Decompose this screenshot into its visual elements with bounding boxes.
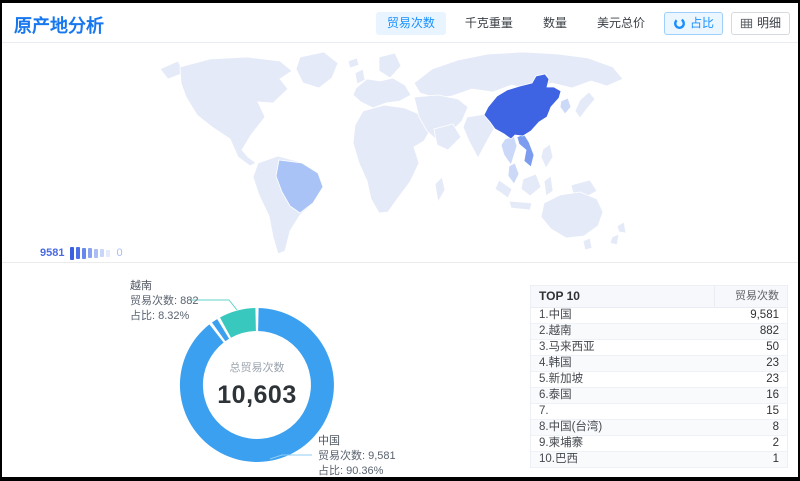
map-region-sulawesi: [544, 176, 553, 196]
legend-bar: [106, 250, 110, 257]
map-region-japan: [575, 92, 595, 118]
table-row[interactable]: 8.中国(台湾)8: [531, 420, 787, 436]
country-cell: 5.新加坡: [531, 372, 715, 387]
legend-bar: [94, 249, 98, 258]
map-country-vietnam[interactable]: [517, 134, 534, 167]
world-map: [152, 45, 652, 260]
country-cell: 8.中国(台湾): [531, 420, 715, 435]
legend-bars: [70, 247, 110, 260]
map-region-madagascar: [435, 177, 445, 202]
page-title: 原产地分析: [14, 12, 104, 38]
table-header-row: TOP 10 贸易次数: [531, 286, 787, 308]
table-row[interactable]: 4.韩国23: [531, 356, 787, 372]
world-map-section: 9581 0: [2, 43, 798, 263]
origin-analysis-panel: 原产地分析 贸易次数 千克重量 数量 美元总价 占比 明细: [2, 3, 798, 477]
donut-center-value: 10,603: [217, 381, 296, 409]
view-button-ratio[interactable]: 占比: [664, 12, 723, 35]
value-cell: 16: [715, 388, 787, 403]
value-cell: 15: [715, 404, 787, 419]
value-cell: 9,581: [715, 308, 787, 323]
table-row[interactable]: 1.中国9,581: [531, 308, 787, 324]
country-cell: 9.柬埔寨: [531, 436, 715, 451]
legend-min-value: 0: [116, 247, 122, 259]
map-region-europe: [353, 78, 411, 108]
map-region-tasmania: [583, 238, 592, 250]
table-row[interactable]: 2.越南882: [531, 324, 787, 340]
table-row[interactable]: 6.泰国16: [531, 388, 787, 404]
map-region-iceland: [348, 58, 359, 68]
map-legend: 9581 0: [40, 245, 123, 261]
top10-table-body: 1.中国9,5812.越南8823.马来西亚504.韩国235.新加坡236.泰…: [531, 308, 787, 468]
value-cell: 882: [715, 324, 787, 339]
table-row[interactable]: 9.柬埔寨2: [531, 436, 787, 452]
donut-chart-icon: [673, 17, 686, 30]
toolbar: 贸易次数 千克重量 数量 美元总价 占比 明细: [376, 12, 790, 35]
country-cell: 3.马来西亚: [531, 340, 715, 355]
donut-chart: 总贸易次数 10,603 越南 贸易次数: 882 占比: 8.32% 中国 贸…: [2, 263, 526, 477]
table-row[interactable]: 3.马来西亚50: [531, 340, 787, 356]
view-button-detail[interactable]: 明细: [731, 12, 790, 35]
legend-bar: [100, 249, 104, 257]
metric-button-usd-total[interactable]: 美元总价: [586, 12, 656, 35]
callout-vietnam-title: 越南: [130, 278, 152, 292]
map-region-australia: [541, 192, 603, 238]
callout-china-title: 中国: [318, 434, 340, 447]
legend-max-value: 9581: [40, 247, 64, 259]
legend-bar: [88, 248, 92, 258]
map-country-korea[interactable]: [560, 98, 571, 114]
country-cell: 7.: [531, 404, 715, 419]
map-region-java: [509, 201, 532, 210]
callout-vietnam-value: 贸易次数: 882: [130, 293, 198, 307]
metric-button-trade-count[interactable]: 贸易次数: [376, 12, 446, 35]
callout-china-pct: 占比: 90.36%: [318, 463, 384, 477]
value-cell: 8: [715, 420, 787, 435]
country-cell: 2.越南: [531, 324, 715, 339]
legend-bar: [82, 248, 86, 259]
table-header-trade-count: 贸易次数: [715, 286, 787, 307]
legend-bar: [76, 247, 80, 259]
map-region-new-zealand: [610, 222, 626, 245]
map-region-philippines: [541, 144, 553, 168]
top10-table: TOP 10 贸易次数 1.中国9,5812.越南8823.马来西亚504.韩国…: [530, 285, 788, 468]
table-header-top10: TOP 10: [531, 286, 715, 307]
map-region-borneo: [521, 174, 541, 196]
table-row[interactable]: 5.新加坡23: [531, 372, 787, 388]
map-region-sumatra: [495, 180, 512, 198]
legend-bar: [70, 247, 74, 260]
map-region-scandinavia: [379, 53, 401, 78]
country-cell: 10.巴西: [531, 452, 715, 467]
header: 原产地分析 贸易次数 千克重量 数量 美元总价 占比 明细: [2, 3, 798, 43]
donut-center-label: 总贸易次数: [230, 360, 285, 374]
map-region-greenland: [296, 52, 338, 88]
callout-vietnam-pct: 占比: 8.32%: [130, 308, 190, 322]
table-row[interactable]: 10.巴西1: [531, 452, 787, 468]
map-region-arabia: [434, 124, 461, 150]
value-cell: 50: [715, 340, 787, 355]
value-cell: 23: [715, 372, 787, 387]
value-cell: 23: [715, 356, 787, 371]
value-cell: 1: [715, 452, 787, 467]
callout-china-value: 贸易次数: 9,581: [318, 448, 396, 462]
value-cell: 2: [715, 436, 787, 451]
map-region-north-america: [180, 57, 292, 166]
metric-button-kg-weight[interactable]: 千克重量: [454, 12, 524, 35]
table-icon: [740, 17, 753, 30]
country-cell: 1.中国: [531, 308, 715, 323]
country-cell: 6.泰国: [531, 388, 715, 403]
map-country-malaysia[interactable]: [508, 163, 519, 184]
country-cell: 4.韩国: [531, 356, 715, 371]
map-country-thailand[interactable]: [501, 136, 517, 165]
bottom-section: 总贸易次数 10,603 越南 贸易次数: 882 占比: 8.32% 中国 贸…: [2, 263, 798, 477]
metric-button-quantity[interactable]: 数量: [532, 12, 578, 35]
map-region-africa: [353, 105, 431, 213]
table-row[interactable]: 7.15: [531, 404, 787, 420]
